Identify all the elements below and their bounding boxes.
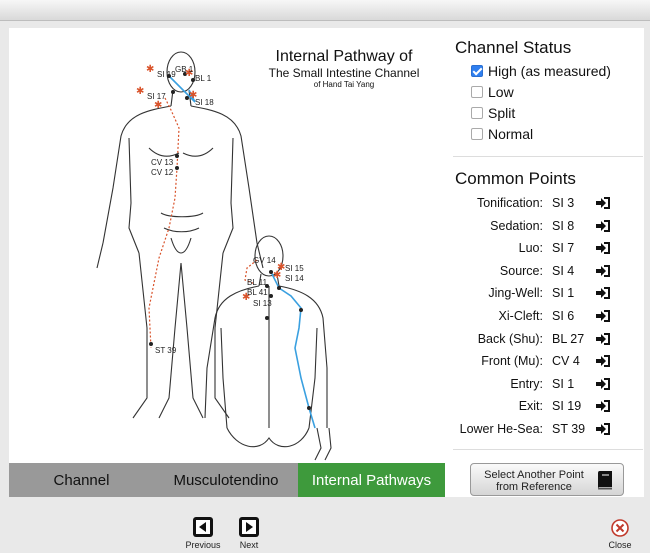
go-to-point-icon[interactable] [595,399,611,413]
point-label: SI 17 [147,92,166,101]
point-value: SI 1 [552,286,575,301]
point-label: GV 14 [253,256,276,265]
point-label: CV 12 [151,168,174,177]
common-point-row: Entry: SI 1 [445,377,644,395]
view-tabs: Channel Musculotendino Internal Pathways [9,463,445,497]
next-label: Next [239,540,259,550]
point-label: SI 19 [157,70,176,79]
select-reference-button[interactable]: Select Another Point from Reference [470,463,624,496]
common-point-row: Exit: SI 19 [445,399,644,417]
point-type-label: Exit: [518,399,543,414]
reference-button-label: Select Another Point from Reference [484,469,584,493]
point-label: SI 15 [285,264,304,273]
close-icon [611,519,629,537]
checkbox-high[interactable] [471,65,483,77]
previous-button[interactable] [193,517,213,537]
arrow-left-icon [196,520,210,534]
go-to-point-icon[interactable] [595,196,611,210]
point-type-label: Tonification: [476,196,543,210]
svg-text:✱: ✱ [146,64,154,75]
svg-text:✱: ✱ [136,86,144,97]
point-value: SI 8 [552,218,575,233]
point-type-label: Sedation: [490,218,543,233]
status-option-label: Split [488,105,516,121]
point-value: SI 1 [552,376,575,391]
point-label: BL 11 [247,278,268,287]
checkbox-split[interactable] [471,107,483,119]
point-label: BL 41 [247,288,268,297]
point-value: ST 39 [552,422,586,436]
common-point-row: Xi-Cleft: SI 6 [445,309,644,327]
point-type-label: Front (Mu): [481,354,543,369]
channel-illustration: ✱ ✱ ✱ ✱ ✱ ✱ ✱ ✱ Internal Pathway of The Small… [9,28,445,463]
go-to-point-icon[interactable] [595,422,611,436]
point-type-label: Luo: [518,241,543,256]
point-type-label: Xi-Cleft: [498,309,543,323]
go-to-point-icon[interactable] [595,219,611,233]
close-button[interactable] [610,518,630,538]
go-to-point-icon[interactable] [595,377,611,391]
point-type-label: Source: [499,263,543,278]
point-value: SI 7 [552,241,575,256]
svg-text:✱: ✱ [154,100,162,111]
section-divider [453,449,643,450]
common-point-row: Front (Mu): CV 4 [445,354,644,372]
previous-label: Previous [185,540,221,550]
channel-status-title: Channel Status [455,38,572,57]
point-value: SI 19 [552,399,582,414]
common-point-row: Lower He-Sea: ST 39 [445,422,644,440]
section-divider [453,156,643,157]
tab-channel[interactable]: Channel [9,463,154,497]
tab-internal-pathways[interactable]: Internal Pathways [298,463,445,497]
go-to-point-icon[interactable] [595,332,611,346]
point-label: CV 13 [151,158,174,167]
point-label: SI 14 [285,274,304,283]
point-type-label: Entry: [510,376,543,391]
point-label: SI 13 [253,299,272,308]
arrow-right-icon [242,520,256,534]
status-option-low[interactable]: Low [471,83,514,101]
common-point-row: Sedation: SI 8 [445,219,644,237]
common-point-row: Back (Shu): BL 27 [445,332,644,350]
point-value: SI 3 [552,196,575,210]
checkbox-normal[interactable] [471,128,483,140]
common-point-row: Tonification: SI 3 [445,196,644,214]
tab-musculotendino[interactable]: Musculotendino [154,463,298,497]
side-panel: Channel Status High (as measured) Low Sp… [445,28,644,497]
next-button[interactable] [239,517,259,537]
window-title-bar [0,0,650,21]
point-value: SI 6 [552,309,575,323]
status-option-split[interactable]: Split [471,104,515,122]
status-option-normal[interactable]: Normal [471,125,533,143]
common-point-row: Jing-Well: SI 1 [445,286,644,304]
point-label: SI 18 [195,98,214,107]
point-label: BL 1 [195,74,212,83]
common-points-title: Common Points [455,169,576,188]
common-point-row: Luo: SI 7 [445,241,644,259]
status-option-label: Low [488,84,514,100]
point-value: BL 27 [552,331,585,346]
point-type-label: Lower He-Sea: [459,422,543,436]
go-to-point-icon[interactable] [595,354,611,368]
status-option-high[interactable]: High (as measured) [471,62,611,80]
point-label: ST 39 [155,346,177,355]
checkbox-low[interactable] [471,86,483,98]
book-icon [598,471,612,490]
svg-text:✱: ✱ [273,270,281,281]
body-figures: ✱ ✱✱ ✱✱✱ ✱✱ [96,51,332,461]
common-point-row: Source: SI 4 [445,264,644,282]
go-to-point-icon[interactable] [595,309,611,323]
go-to-point-icon[interactable] [595,286,611,300]
point-type-label: Back (Shu): [477,331,543,346]
go-to-point-icon[interactable] [595,241,611,255]
point-value: SI 4 [552,263,575,278]
status-option-label: Normal [488,126,534,142]
go-to-point-icon[interactable] [595,264,611,278]
point-type-label: Jing-Well: [488,286,543,301]
close-label: Close [608,540,632,550]
point-value: CV 4 [552,354,580,369]
illustration-title: Internal Pathway of The Small Intestine … [268,48,420,89]
status-option-label: High (as measured) [488,63,611,79]
point-label: GB 1 [175,65,194,74]
